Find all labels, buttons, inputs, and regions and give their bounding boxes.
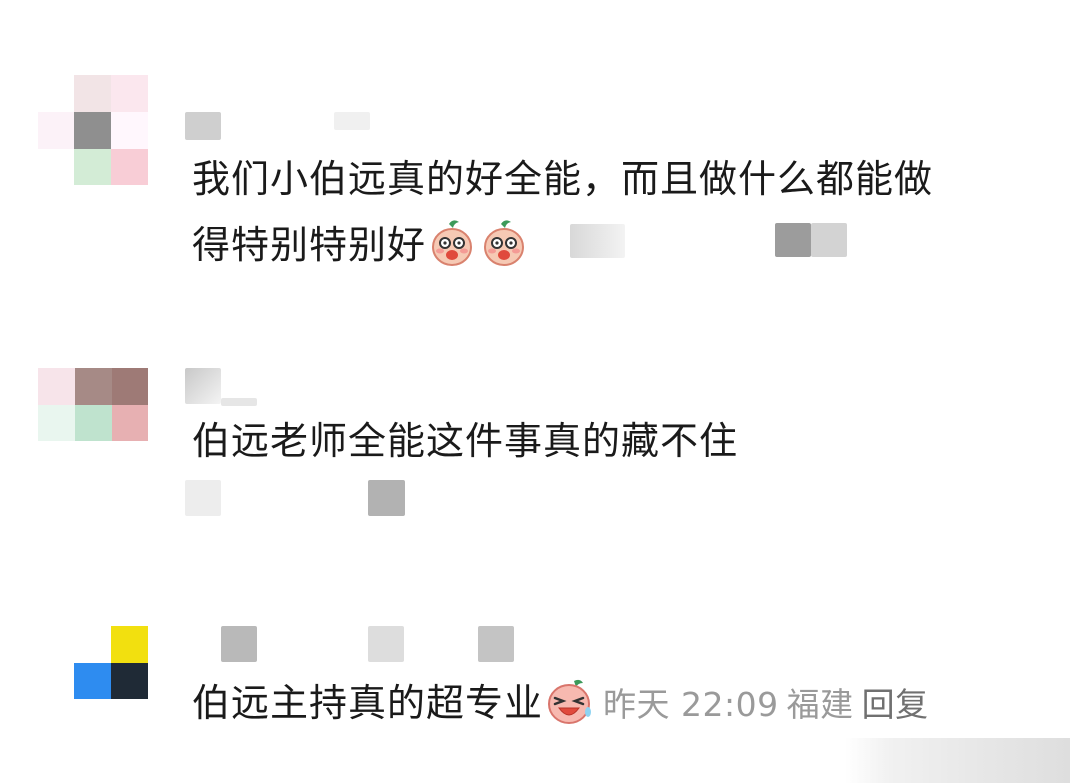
comment-location: 福建 — [786, 685, 854, 724]
comment-meta: 昨天 22:09 福建 回复 — [595, 685, 929, 724]
username-redacted[interactable] — [221, 626, 257, 662]
username-redacted[interactable] — [185, 368, 221, 404]
shy-cheeks-emoji-icon — [479, 218, 529, 284]
reply-button[interactable]: 回复 — [862, 685, 929, 724]
username-redacted — [334, 112, 370, 130]
meta-redacted — [185, 480, 221, 516]
username-redacted[interactable] — [185, 112, 221, 140]
avatar[interactable] — [38, 626, 148, 736]
avatar[interactable] — [38, 75, 148, 185]
comment-text: 我们小伯远真的好全能，而且做什么都能做 得特别特别好 — [192, 150, 933, 284]
comment-text: 伯远主持真的超专业 昨天 22:09 福建 回复 — [192, 674, 929, 742]
username-redacted — [368, 626, 404, 662]
avatar[interactable] — [38, 368, 148, 478]
meta-redacted — [775, 223, 811, 257]
comment-time: 昨天 22:09 — [603, 685, 779, 724]
meta-redacted — [570, 224, 625, 258]
watermark-blur — [845, 738, 1070, 783]
meta-redacted — [811, 223, 847, 257]
meta-redacted — [368, 480, 405, 516]
laughing-cry-emoji-icon — [544, 676, 594, 742]
username-redacted — [478, 626, 514, 662]
shy-cheeks-emoji-icon — [427, 218, 477, 284]
username-redacted — [221, 398, 257, 406]
comment-text: 伯远老师全能这件事真的藏不住 — [192, 419, 739, 463]
